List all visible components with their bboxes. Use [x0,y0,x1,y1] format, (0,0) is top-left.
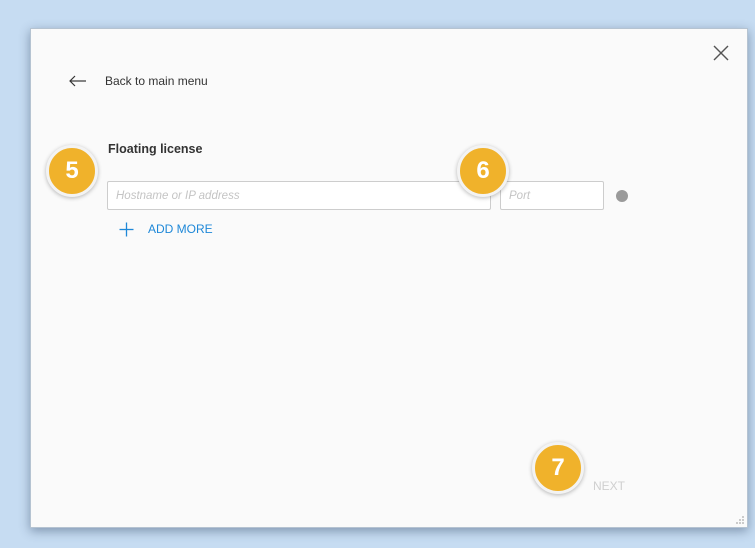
arrow-left-icon [69,74,87,88]
plus-icon [119,222,134,237]
add-more-button[interactable]: ADD MORE [119,220,213,238]
back-to-main-menu-link[interactable]: Back to main menu [69,71,208,91]
back-link-label: Back to main menu [105,74,208,88]
close-icon[interactable] [711,43,731,63]
next-button[interactable]: NEXT [593,479,625,493]
resize-grip-icon[interactable] [731,511,745,525]
port-input[interactable] [500,181,604,210]
add-more-label: ADD MORE [148,222,213,236]
license-dialog: Back to main menu Floating license ADD M… [30,28,748,528]
step-badge-6: 6 [457,145,509,197]
section-title: Floating license [108,142,203,156]
step-badge-5: 5 [46,145,98,197]
hostname-input[interactable] [107,181,491,210]
connection-status-indicator [616,190,628,202]
step-badge-7: 7 [532,442,584,494]
